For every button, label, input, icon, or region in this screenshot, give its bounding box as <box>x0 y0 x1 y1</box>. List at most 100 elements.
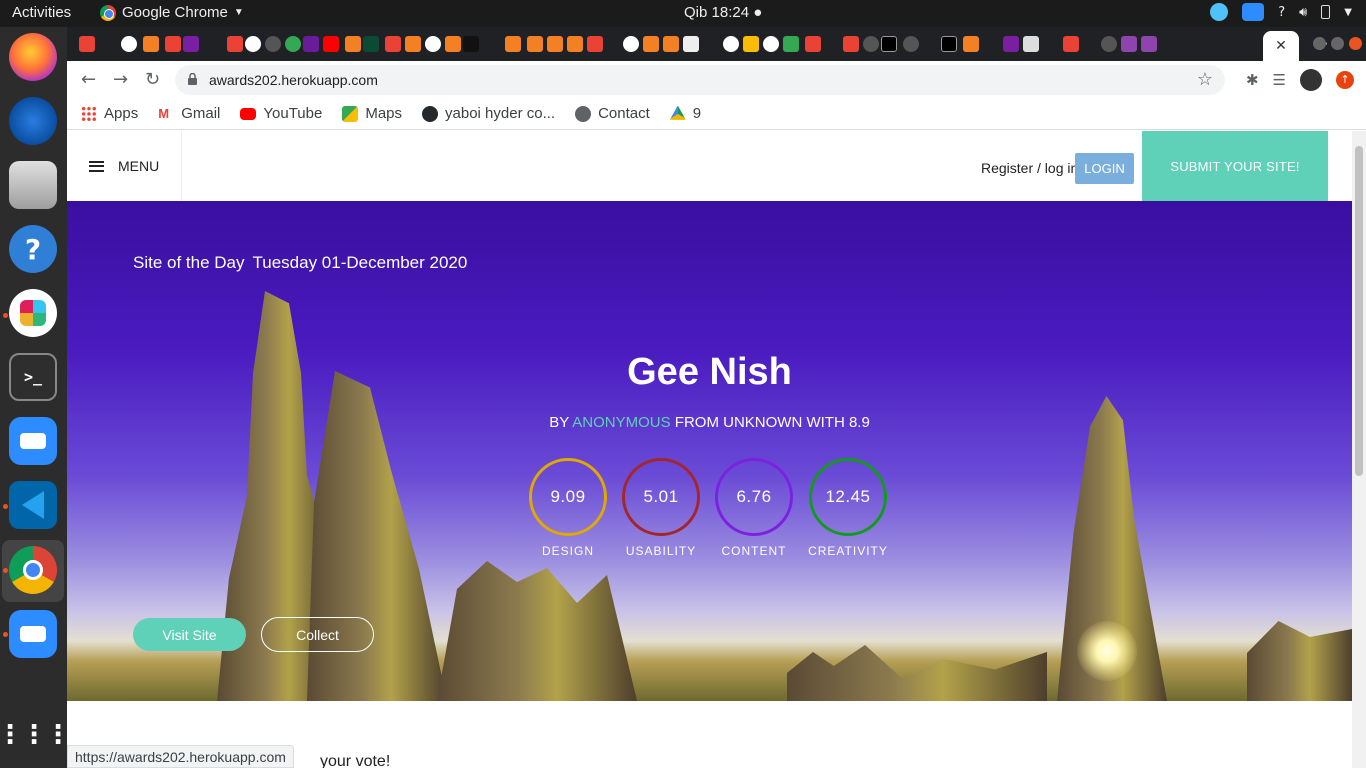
tab-favicon-heroku[interactable] <box>1121 36 1137 52</box>
tab-favicon-video[interactable] <box>1003 36 1019 52</box>
bookmark-contact[interactable]: Contact <box>575 105 650 122</box>
active-tab[interactable]: ✕ <box>1263 31 1299 61</box>
rock-formation <box>437 561 637 701</box>
app-menu[interactable]: Google Chrome ▼ <box>100 4 244 21</box>
author-link[interactable]: ANONYMOUS <box>572 414 670 431</box>
tab-close-icon[interactable]: ✕ <box>1275 38 1287 54</box>
thunderbird-icon[interactable] <box>9 97 57 145</box>
score-creativity: 12.45 CREATIVITY <box>803 458 893 558</box>
show-apps-icon[interactable]: ⋮⋮⋮ <box>0 711 71 759</box>
activities-button[interactable]: Activities <box>12 4 71 21</box>
tab-favicon-dev[interactable] <box>941 36 957 52</box>
site-header: MENU Register / log in LOGIN SUBMIT YOUR… <box>67 131 1352 201</box>
bookmark-drive[interactable]: 9 <box>669 105 701 122</box>
tab-favicon-stackoverflow[interactable] <box>445 36 461 52</box>
collect-button[interactable]: Collect <box>261 617 374 652</box>
tab-favicon-gmail[interactable] <box>805 36 821 52</box>
tab-favicon-heroku[interactable] <box>1141 36 1157 52</box>
firefox-icon[interactable] <box>9 33 57 81</box>
minimize-icon[interactable] <box>1313 37 1326 50</box>
tab-favicon-youtube[interactable] <box>323 36 339 52</box>
tab-favicon-stackoverflow[interactable] <box>405 36 421 52</box>
tab-favicon-stackoverflow[interactable] <box>547 36 563 52</box>
tab-favicon-stackoverflow[interactable] <box>505 36 521 52</box>
tab-favicon-doc[interactable] <box>1023 36 1039 52</box>
media-control-icon[interactable]: ☰ <box>1273 71 1286 89</box>
update-icon[interactable]: ↑ <box>1336 71 1354 89</box>
tab-favicon-cube[interactable] <box>683 36 699 52</box>
visit-site-button[interactable]: Visit Site <box>133 618 246 651</box>
clock[interactable]: Qib 18:24 ● <box>684 4 762 21</box>
bookmark-github[interactable]: yaboi hyder co... <box>422 105 555 122</box>
files-icon[interactable] <box>9 161 57 209</box>
menu-button[interactable]: MENU <box>67 131 182 201</box>
tab-favicon-google[interactable] <box>121 36 137 52</box>
extensions-icon[interactable]: ✱ <box>1246 71 1259 89</box>
tab-favicon-github[interactable] <box>265 36 281 52</box>
tab-favicon-d[interactable] <box>303 36 319 52</box>
bookmark-youtube[interactable]: YouTube <box>240 105 322 122</box>
bookmark-star-icon[interactable]: ☆ <box>1197 69 1213 90</box>
chevron-down-icon: ▼ <box>233 7 244 18</box>
maximize-icon[interactable] <box>1331 37 1344 50</box>
tab-favicon-w[interactable] <box>463 36 479 52</box>
tab-favicon-green[interactable] <box>285 36 301 52</box>
zoom-icon[interactable] <box>9 610 57 658</box>
tab-favicon-stackoverflow[interactable] <box>527 36 543 52</box>
register-login-link[interactable]: Register / log in <box>981 160 1078 176</box>
tab-favicon-google[interactable] <box>723 36 739 52</box>
chrome-icon[interactable] <box>9 546 57 594</box>
tab-favicon-google[interactable] <box>425 36 441 52</box>
slack-icon[interactable] <box>9 289 57 337</box>
tab-favicon-dev[interactable] <box>881 36 897 52</box>
bookmark-gmail[interactable]: M Gmail <box>158 105 220 122</box>
apps-grid-icon <box>81 105 97 122</box>
tab-favicon-gmail[interactable] <box>385 36 401 52</box>
system-tray[interactable]: ? 🔊︎ ▼ <box>1210 3 1352 21</box>
address-bar[interactable]: awards202.herokuapp.com ☆ <box>175 65 1225 95</box>
score-content: 6.76 CONTENT <box>709 458 799 558</box>
tab-favicon-github[interactable] <box>903 36 919 52</box>
tab-favicon-gmail[interactable] <box>227 36 243 52</box>
tab-favicon-google[interactable] <box>245 36 261 52</box>
bookmark-apps[interactable]: Apps <box>81 105 138 122</box>
tab-favicon-gmail[interactable] <box>587 36 603 52</box>
tab-favicon-gmail[interactable] <box>165 36 181 52</box>
tab-favicon-green[interactable] <box>783 36 799 52</box>
forward-arrow-icon[interactable]: → <box>113 69 128 90</box>
running-indicator <box>3 504 8 509</box>
tab-favicon-django[interactable] <box>363 36 379 52</box>
profile-avatar[interactable] <box>1300 69 1322 91</box>
bookmark-maps[interactable]: Maps <box>342 105 402 122</box>
chrome-icon <box>100 4 116 21</box>
tab-favicon-stackoverflow[interactable] <box>663 36 679 52</box>
zoom-icon[interactable] <box>9 417 57 465</box>
tab-favicon-stackoverflow[interactable] <box>567 36 583 52</box>
reload-icon[interactable]: ↻ <box>145 69 160 90</box>
system-top-bar: Activities Google Chrome ▼ Qib 18:24 ● ?… <box>0 0 1366 27</box>
tab-favicon-stackoverflow[interactable] <box>345 36 361 52</box>
tab-favicon-stackoverflow[interactable] <box>963 36 979 52</box>
tab-favicon-gmail[interactable] <box>1063 36 1079 52</box>
terminal-icon[interactable]: >_ <box>9 353 57 401</box>
tab-favicon-google[interactable] <box>623 36 639 52</box>
back-arrow-icon[interactable]: ← <box>81 69 96 90</box>
submit-site-button[interactable]: SUBMIT YOUR SITE! <box>1142 131 1328 201</box>
login-button[interactable]: LOGIN <box>1075 153 1134 184</box>
page-scrollbar[interactable] <box>1352 131 1366 768</box>
tab-favicon-github[interactable] <box>863 36 879 52</box>
tab-favicon-google[interactable] <box>763 36 779 52</box>
tab-favicon-stackoverflow[interactable] <box>143 36 159 52</box>
battery-icon <box>1321 5 1331 19</box>
sun-glow <box>1077 621 1137 681</box>
help-icon[interactable]: ? <box>9 225 57 273</box>
tab-favicon-github[interactable] <box>1101 36 1117 52</box>
close-icon[interactable] <box>1349 37 1362 50</box>
tab-favicon-list[interactable] <box>183 36 199 52</box>
tab-favicon-gmail[interactable] <box>79 36 95 52</box>
tab-favicon-stackoverflow[interactable] <box>643 36 659 52</box>
scrollbar-thumb[interactable] <box>1355 146 1363 476</box>
tab-favicon-yellow[interactable] <box>743 36 759 52</box>
tab-favicon-gmail[interactable] <box>843 36 859 52</box>
vscode-icon[interactable] <box>9 481 57 529</box>
